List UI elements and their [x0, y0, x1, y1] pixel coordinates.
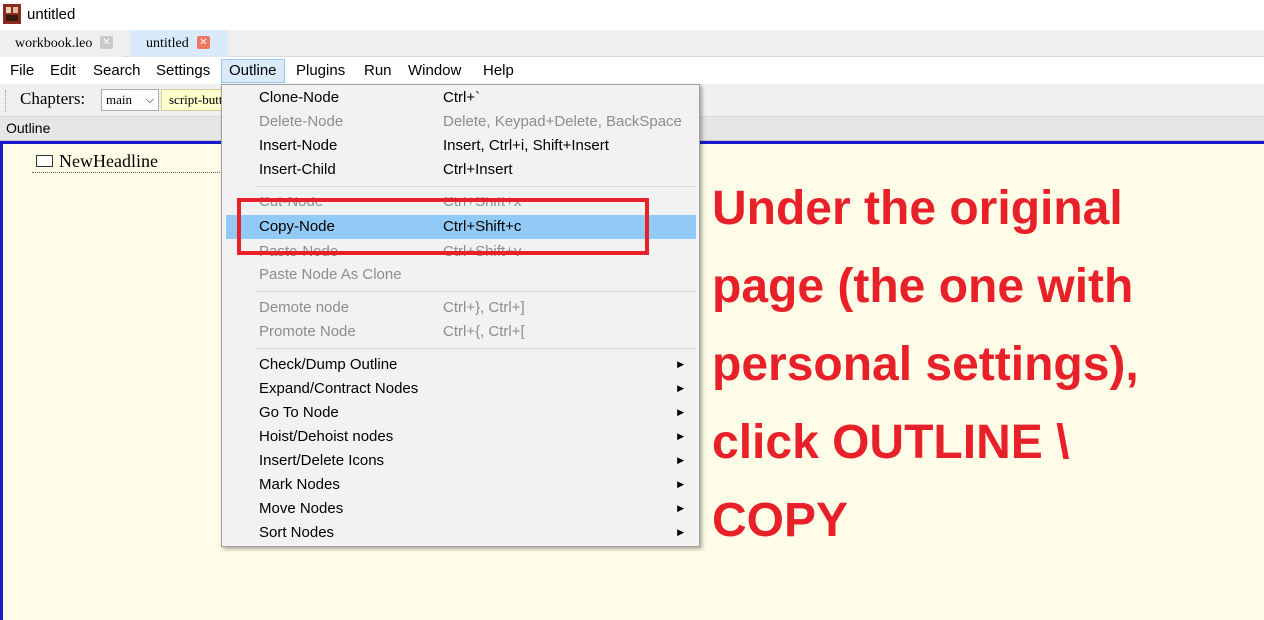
close-icon[interactable]: ✕: [100, 36, 113, 49]
menu-plugins[interactable]: Plugins: [289, 59, 352, 83]
chapters-label: Chapters:: [20, 89, 86, 108]
menu-item-label: Move Nodes: [259, 500, 344, 517]
annotation-line: click OUTLINE \: [712, 416, 1070, 469]
menu-settings[interactable]: Settings: [149, 59, 217, 83]
tab-label: untitled: [146, 35, 189, 51]
chapter-select-value: main: [106, 92, 132, 107]
menu-item-label: Hoist/Dehoist nodes: [259, 428, 394, 445]
menu-item-mark-nodes[interactable]: Mark Nodes ▶: [226, 473, 696, 497]
menu-item-shortcut: Ctrl+`: [443, 89, 481, 106]
menu-help[interactable]: Help: [476, 59, 521, 83]
annotation-line: Under the original: [712, 182, 1123, 235]
tab-bar: workbook.leo ✕ untitled ✕: [0, 30, 1264, 57]
menu-item-label: Promote Node: [259, 323, 356, 340]
menu-item-label: Sort Nodes: [259, 524, 335, 541]
annotation-line: COPY: [712, 494, 849, 547]
menu-item-shortcut: Ctrl+}, Ctrl+]: [443, 299, 525, 316]
menu-search[interactable]: Search: [86, 59, 148, 83]
menu-item-label: Demote node: [259, 299, 350, 316]
title-bar: untitled: [0, 0, 1264, 30]
menu-item-shortcut: Delete, Keypad+Delete, BackSpace: [443, 113, 682, 130]
window-title: untitled: [27, 6, 76, 23]
chevron-right-icon: ▶: [677, 408, 684, 418]
menu-window[interactable]: Window: [401, 59, 468, 83]
menu-item-delete-node[interactable]: Delete-Node Delete, Keypad+Delete, BackS…: [226, 110, 696, 134]
menu-item-demote-node[interactable]: Demote node Ctrl+}, Ctrl+]: [226, 296, 696, 320]
node-box-icon: [36, 155, 53, 167]
menu-item-shortcut: Insert, Ctrl+i, Shift+Insert: [443, 137, 609, 154]
menu-item-go-to-node[interactable]: Go To Node ▶: [226, 401, 696, 425]
menu-file[interactable]: File: [3, 59, 41, 83]
chevron-right-icon: ▶: [677, 528, 684, 538]
menu-item-label: Mark Nodes: [259, 476, 340, 493]
tab-label: workbook.leo: [15, 35, 93, 51]
tab-workbook[interactable]: workbook.leo ✕: [0, 30, 122, 57]
annotation-line: personal settings),: [712, 338, 1139, 391]
menu-separator: [256, 291, 696, 292]
menu-run[interactable]: Run: [357, 59, 399, 83]
tab-untitled[interactable]: untitled ✕: [130, 30, 228, 57]
chevron-right-icon: ▶: [677, 384, 684, 394]
chevron-down-icon: ⌵: [145, 93, 154, 106]
script-button[interactable]: script-button: [161, 89, 229, 111]
leo-app-icon: [3, 4, 21, 24]
toolbar-grip[interactable]: [5, 90, 8, 112]
menu-bar: File Edit Search Settings Outline Plugin…: [0, 57, 1264, 84]
node-headline[interactable]: NewHeadline: [59, 151, 158, 172]
menu-item-shortcut: Ctrl+{, Ctrl+[: [443, 323, 525, 340]
menu-item-label: Delete-Node: [259, 113, 344, 130]
chapter-select[interactable]: main ⌵: [101, 89, 159, 111]
menu-item-promote-node[interactable]: Promote Node Ctrl+{, Ctrl+[: [226, 320, 696, 344]
menu-item-expand-contract-nodes[interactable]: Expand/Contract Nodes ▶: [226, 377, 696, 401]
outline-node[interactable]: NewHeadline: [32, 150, 232, 173]
chevron-right-icon: ▶: [677, 456, 684, 466]
chevron-right-icon: ▶: [677, 360, 684, 370]
chevron-right-icon: ▶: [677, 504, 684, 514]
annotation-text: Under the original page (the one with pe…: [712, 170, 1252, 560]
menu-item-label: Insert-Child: [259, 161, 336, 178]
menu-item-insert-delete-icons[interactable]: Insert/Delete Icons ▶: [226, 449, 696, 473]
menu-item-label: Expand/Contract Nodes: [259, 380, 419, 397]
menu-item-check-dump-outline[interactable]: Check/Dump Outline ▶: [226, 353, 696, 377]
menu-item-sort-nodes[interactable]: Sort Nodes ▶: [226, 521, 696, 545]
chevron-right-icon: ▶: [677, 432, 684, 442]
menu-outline[interactable]: Outline: [221, 59, 285, 83]
menu-separator: [256, 348, 696, 349]
menu-item-label: Clone-Node: [259, 89, 340, 106]
menu-item-label: Check/Dump Outline: [259, 356, 398, 373]
menu-item-clone-node[interactable]: Clone-Node Ctrl+`: [226, 86, 696, 110]
menu-item-label: Go To Node: [259, 404, 339, 421]
menu-item-paste-node-as-clone[interactable]: Paste Node As Clone: [226, 263, 696, 287]
menu-item-shortcut: Ctrl+Insert: [443, 161, 513, 178]
menu-item-label: Insert/Delete Icons: [259, 452, 385, 469]
menu-edit[interactable]: Edit: [43, 59, 83, 83]
close-icon[interactable]: ✕: [197, 36, 210, 49]
menu-item-label: Insert-Node: [259, 137, 338, 154]
menu-item-label: Paste Node As Clone: [259, 266, 402, 283]
outline-dropdown-menu: Clone-Node Ctrl+` Delete-Node Delete, Ke…: [221, 84, 700, 547]
menu-item-hoist-dehoist-nodes[interactable]: Hoist/Dehoist nodes ▶: [226, 425, 696, 449]
annotation-highlight-box: [237, 198, 649, 255]
chevron-right-icon: ▶: [677, 480, 684, 490]
menu-item-insert-child[interactable]: Insert-Child Ctrl+Insert: [226, 158, 696, 182]
menu-item-move-nodes[interactable]: Move Nodes ▶: [226, 497, 696, 521]
menu-item-insert-node[interactable]: Insert-Node Insert, Ctrl+i, Shift+Insert: [226, 134, 696, 158]
annotation-line: page (the one with: [712, 260, 1134, 313]
menu-separator: [256, 186, 696, 187]
